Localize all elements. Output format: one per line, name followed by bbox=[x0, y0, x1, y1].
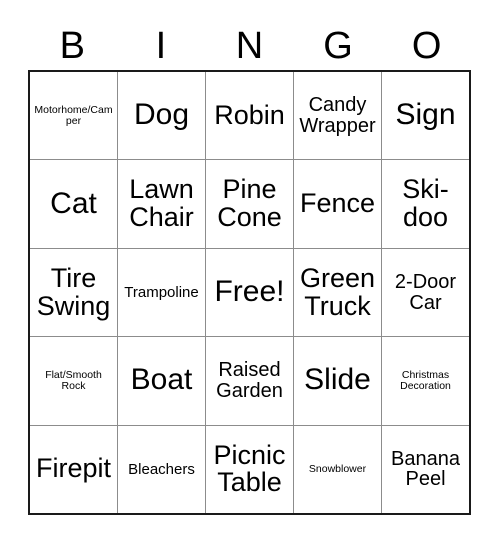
bingo-cell-label: 2-Door Car bbox=[394, 270, 457, 314]
bingo-cell-label: Dog bbox=[133, 98, 190, 132]
bingo-cell-label: Free! bbox=[214, 275, 285, 309]
bingo-cell[interactable]: Ski-doo bbox=[382, 160, 469, 248]
bingo-row: Cat Lawn Chair Pine Cone Fence Ski-doo bbox=[30, 160, 469, 249]
bingo-cell-label: Candy Wrapper bbox=[299, 94, 376, 137]
bingo-cell[interactable]: Slide bbox=[294, 337, 382, 425]
bingo-cell[interactable]: Fence bbox=[294, 160, 382, 248]
bingo-cell-label: Christmas Decoration bbox=[400, 369, 451, 392]
bingo-cell[interactable]: Bleachers bbox=[118, 425, 206, 514]
bingo-cell[interactable]: Christmas Decoration bbox=[382, 337, 469, 425]
bingo-cell-label: Sign bbox=[395, 98, 456, 132]
bingo-cell-free[interactable]: Free! bbox=[206, 248, 294, 337]
bingo-cell[interactable]: Firepit bbox=[30, 425, 118, 514]
bingo-row: Firepit Bleachers Picnic Table Snowblowe… bbox=[30, 425, 469, 514]
bingo-cell[interactable]: Banana Peel bbox=[382, 425, 469, 514]
bingo-card: B I N G O Motorhome/Camper Dog Robin Can… bbox=[0, 0, 500, 544]
bingo-cell[interactable]: Lawn Chair bbox=[118, 160, 206, 248]
bingo-row: Tire Swing Trampoline Free! Green Truck … bbox=[30, 248, 469, 338]
bingo-cell-label: Lawn Chair bbox=[129, 174, 194, 233]
bingo-cell[interactable]: Boat bbox=[118, 337, 206, 425]
bingo-cell[interactable]: Pine Cone bbox=[206, 160, 294, 248]
bingo-cell-label: Motorhome/Camper bbox=[34, 103, 113, 127]
bingo-cell[interactable]: Dog bbox=[118, 72, 206, 160]
bingo-cell-label: Bleachers bbox=[128, 460, 195, 478]
bingo-cell[interactable]: Green Truck bbox=[294, 248, 382, 337]
bingo-cell[interactable]: Trampoline bbox=[118, 248, 206, 337]
header-letter-o: O bbox=[411, 24, 442, 67]
bingo-cell[interactable]: Cat bbox=[30, 160, 118, 248]
header-letter-i: I bbox=[155, 24, 167, 67]
bingo-cell-label: Snowblower bbox=[308, 462, 367, 475]
bingo-cell-label: Slide bbox=[304, 363, 371, 397]
bingo-cell-label: Cat bbox=[50, 186, 97, 220]
bingo-cell[interactable]: Snowblower bbox=[294, 425, 382, 514]
bingo-cell[interactable]: Candy Wrapper bbox=[294, 72, 382, 160]
bingo-cell-label: Flat/Smooth Rock bbox=[45, 369, 102, 392]
bingo-header: B I N G O bbox=[28, 21, 471, 70]
bingo-cell[interactable]: Flat/Smooth Rock bbox=[30, 337, 118, 425]
bingo-cell-label: Green Truck bbox=[299, 262, 376, 321]
bingo-cell-label: Firepit bbox=[35, 453, 111, 484]
bingo-cell[interactable]: Picnic Table bbox=[206, 425, 294, 514]
bingo-cell-label: Tire Swing bbox=[36, 262, 111, 321]
header-letter-g: G bbox=[323, 24, 353, 67]
bingo-cell-label: Banana Peel bbox=[391, 447, 460, 491]
bingo-cell[interactable]: Tire Swing bbox=[30, 248, 118, 337]
bingo-grid: Motorhome/Camper Dog Robin Candy Wrapper… bbox=[28, 70, 471, 515]
bingo-cell[interactable]: Sign bbox=[382, 72, 469, 160]
bingo-cell[interactable]: 2-Door Car bbox=[382, 248, 469, 337]
bingo-cell[interactable]: Raised Garden bbox=[206, 337, 294, 425]
bingo-cell-label: Robin bbox=[214, 99, 285, 130]
bingo-cell-label: Pine Cone bbox=[217, 174, 282, 233]
bingo-cell-label: Fence bbox=[299, 188, 376, 219]
bingo-cell-label: Raised Garden bbox=[216, 359, 283, 402]
bingo-cell-label: Trampoline bbox=[124, 283, 199, 301]
bingo-cell-label: Ski-doo bbox=[402, 174, 449, 233]
header-letter-b: B bbox=[59, 24, 85, 67]
bingo-cell[interactable]: Robin bbox=[206, 72, 294, 160]
header-letter-n: N bbox=[235, 24, 264, 67]
bingo-cell-label: Picnic Table bbox=[213, 439, 286, 498]
bingo-cell-label: Boat bbox=[130, 363, 193, 397]
bingo-row: Motorhome/Camper Dog Robin Candy Wrapper… bbox=[30, 72, 469, 161]
bingo-cell[interactable]: Motorhome/Camper bbox=[30, 72, 118, 160]
bingo-row: Flat/Smooth Rock Boat Raised Garden Slid… bbox=[30, 337, 469, 426]
